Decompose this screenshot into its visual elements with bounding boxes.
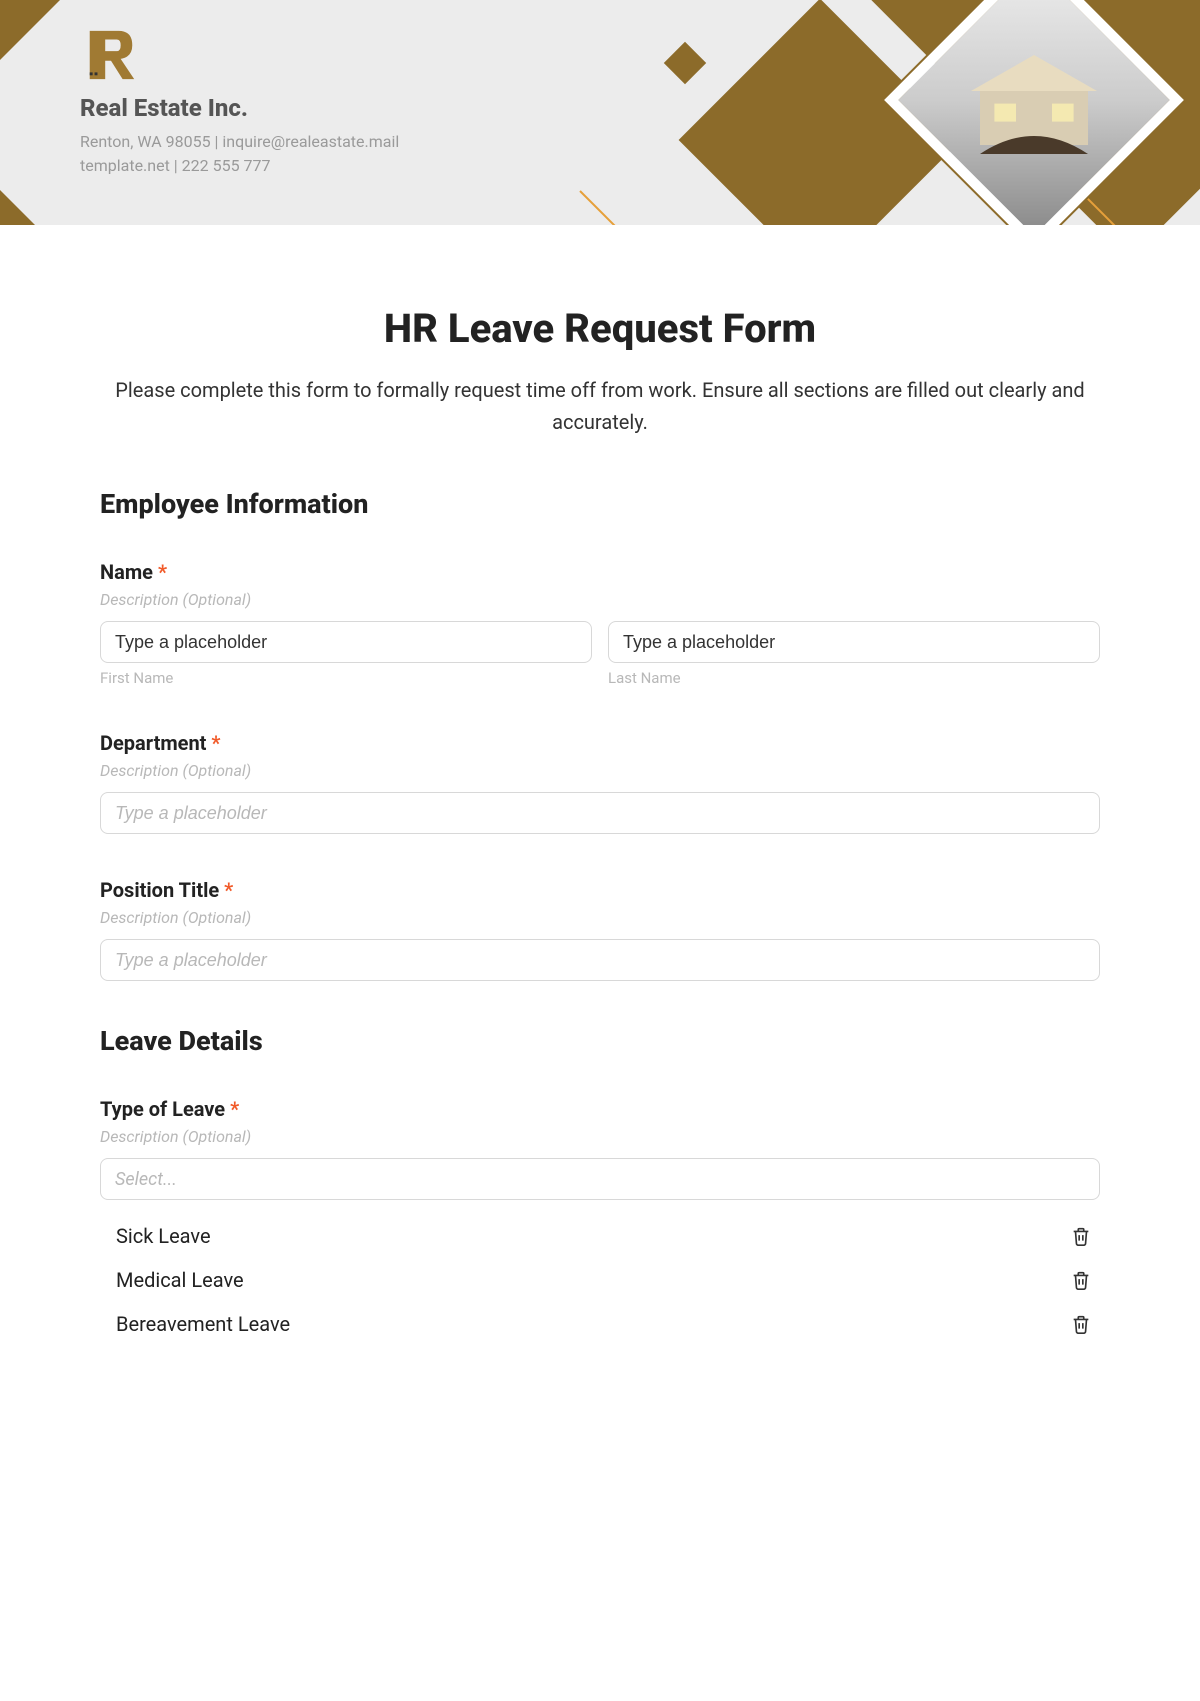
company-logo-icon [80,26,142,84]
trash-icon[interactable] [1070,1225,1092,1247]
field-description: Description (Optional) [100,590,1100,609]
required-mark: * [158,560,167,584]
company-contact-line: template.net | 222 555 777 [80,154,399,178]
option-sick-leave[interactable]: Sick Leave [100,1214,1100,1258]
last-name-input[interactable] [608,621,1100,663]
field-description: Description (Optional) [100,908,1100,927]
letterhead: Real Estate Inc. Renton, WA 98055 | inqu… [0,0,1200,225]
first-name-sublabel: First Name [100,669,592,687]
form-content: HR Leave Request Form Please complete th… [0,225,1200,1398]
label-text: Position Title [100,878,219,902]
corner-decoration [0,190,35,225]
leave-type-options: Sick Leave Medical Leave Bereavement Lea… [100,1214,1100,1346]
trash-icon[interactable] [1070,1313,1092,1335]
department-input[interactable] [100,792,1100,834]
required-mark: * [224,878,233,902]
logo-block: Real Estate Inc. Renton, WA 98055 | inqu… [80,26,399,178]
page-description: Please complete this form to formally re… [100,374,1100,438]
label-text: Name [100,560,153,584]
required-mark: * [211,731,220,755]
position-input[interactable] [100,939,1100,981]
option-bereavement-leave[interactable]: Bereavement Leave [100,1302,1100,1346]
label-text: Type of Leave [100,1097,225,1121]
section-leave-heading: Leave Details [100,1025,1100,1057]
field-department: Department * Description (Optional) [100,731,1100,834]
leave-type-select[interactable]: Select... [100,1158,1100,1200]
label-text: Department [100,731,206,755]
select-placeholder: Select... [115,1169,177,1190]
field-label: Type of Leave * [100,1097,1100,1121]
company-address-line: Renton, WA 98055 | inquire@realeastate.m… [80,130,399,154]
field-description: Description (Optional) [100,1127,1100,1146]
hero-art [520,0,1200,225]
corner-decoration [0,0,60,60]
field-position: Position Title * Description (Optional) [100,878,1100,981]
field-label: Position Title * [100,878,1100,902]
option-label: Sick Leave [116,1224,211,1248]
option-label: Medical Leave [116,1268,244,1292]
option-medical-leave[interactable]: Medical Leave [100,1258,1100,1302]
field-label: Name * [100,560,1100,584]
required-mark: * [230,1097,239,1121]
field-description: Description (Optional) [100,761,1100,780]
field-leave-type: Type of Leave * Description (Optional) S… [100,1097,1100,1346]
option-label: Bereavement Leave [116,1312,290,1336]
field-label: Department * [100,731,1100,755]
first-name-input[interactable] [100,621,592,663]
last-name-sublabel: Last Name [608,669,1100,687]
page-title: HR Leave Request Form [100,305,1100,352]
section-employee-heading: Employee Information [100,488,1100,520]
trash-icon[interactable] [1070,1269,1092,1291]
field-name: Name * Description (Optional) First Name… [100,560,1100,687]
company-name: Real Estate Inc. [80,94,399,122]
